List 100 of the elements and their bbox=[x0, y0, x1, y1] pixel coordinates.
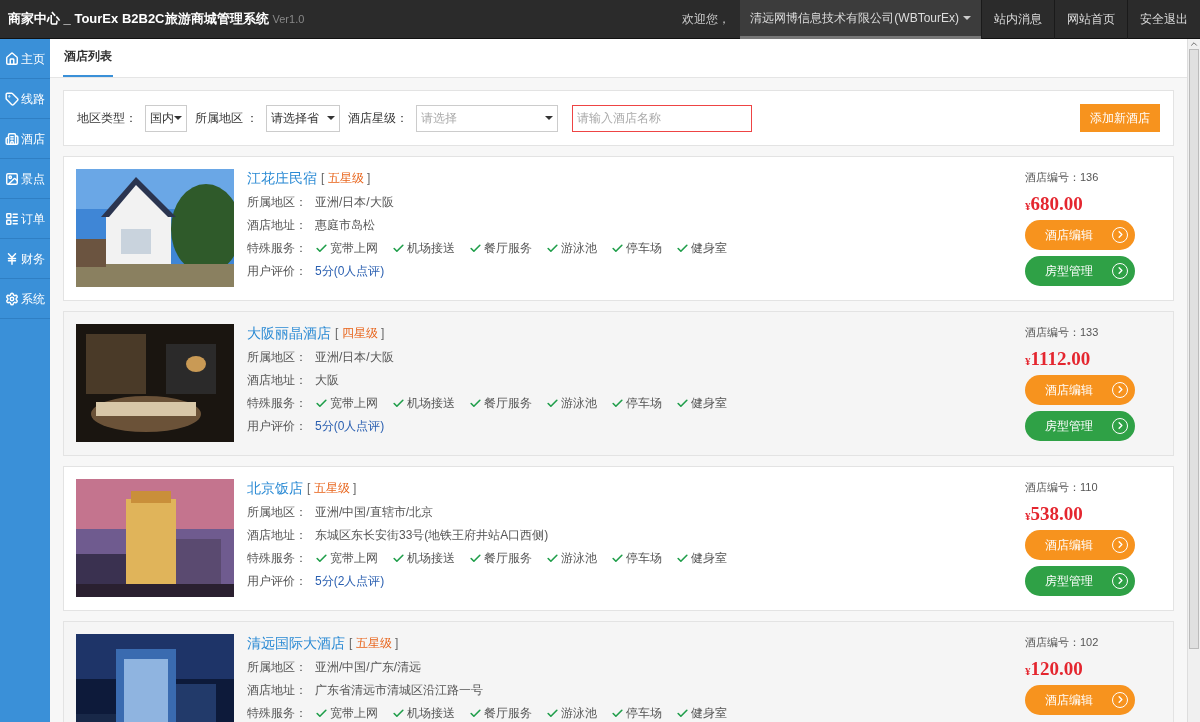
rating-link[interactable]: 5分(0人点评) bbox=[315, 417, 385, 435]
check-icon bbox=[469, 241, 482, 255]
check-icon bbox=[546, 706, 559, 720]
scroll-thumb[interactable] bbox=[1189, 49, 1199, 649]
room-types-button[interactable]: 房型管理 bbox=[1025, 565, 1135, 596]
check-icon bbox=[469, 706, 482, 720]
service-text: 健身室 bbox=[691, 240, 727, 257]
service-text: 停车场 bbox=[626, 395, 662, 412]
tab[interactable]: 酒店列表 bbox=[63, 47, 113, 77]
hotel-name[interactable]: 大阪丽晶酒店 bbox=[247, 322, 331, 344]
filter-label: 所属地区 ： bbox=[195, 110, 259, 127]
service-text: 游泳池 bbox=[561, 550, 597, 567]
version-label: Ver1.0 bbox=[272, 11, 305, 27]
field-label: 所属地区： bbox=[247, 659, 307, 676]
edit-hotel-button[interactable]: 酒店编辑 bbox=[1025, 684, 1135, 715]
service-text: 健身室 bbox=[691, 395, 727, 412]
edit-hotel-button[interactable]: 酒店编辑 bbox=[1025, 219, 1135, 250]
building-icon bbox=[5, 131, 19, 146]
check-icon bbox=[469, 396, 482, 410]
check-icon bbox=[676, 706, 689, 720]
price: ¥120.00 bbox=[1025, 656, 1084, 681]
field-label: 所属地区： bbox=[247, 349, 307, 366]
service-text: 停车场 bbox=[626, 705, 662, 722]
tag-icon bbox=[5, 91, 19, 106]
service-text: 宽带上网 bbox=[330, 705, 378, 722]
region-text: 亚洲/中国/广东/清远 bbox=[315, 659, 421, 676]
caret-icon bbox=[963, 15, 971, 20]
field-label: 用户评价： bbox=[247, 263, 307, 280]
search-field[interactable]: 请输入酒店名称 bbox=[572, 104, 753, 132]
service-text: 餐厅服务 bbox=[484, 240, 532, 257]
yen-icon bbox=[5, 251, 19, 266]
room-types-button[interactable]: 房型管理 bbox=[1025, 255, 1135, 286]
welcome-text: 欢迎您， bbox=[681, 11, 732, 28]
account-dropdown[interactable]: 清远网博信息技术有限公司(WBTourEx) bbox=[740, 0, 981, 39]
field-label: 所属地区： bbox=[247, 504, 307, 521]
field-label: 酒店地址： bbox=[247, 372, 307, 389]
add-hotel-button[interactable]: 添加新酒店 bbox=[1080, 104, 1160, 132]
service-text: 餐厅服务 bbox=[484, 395, 532, 412]
rating-link[interactable]: 5分(0人点评) bbox=[315, 262, 385, 280]
check-icon bbox=[315, 241, 328, 255]
hotel-id: 酒店编号：110 bbox=[1025, 480, 1099, 495]
select-field[interactable]: 请选择 bbox=[416, 104, 559, 132]
region-text: 亚洲/中国/直辖市/北京 bbox=[315, 504, 433, 521]
check-icon bbox=[546, 396, 559, 410]
region-text: 亚洲/日本/大阪 bbox=[315, 194, 394, 211]
service-text: 游泳池 bbox=[561, 395, 597, 412]
service-text: 游泳池 bbox=[561, 240, 597, 257]
service-text: 机场接送 bbox=[407, 705, 455, 722]
service-text: 机场接送 bbox=[407, 395, 455, 412]
field-label: 所属地区： bbox=[247, 194, 307, 211]
select-field[interactable]: 国内 bbox=[145, 104, 187, 132]
service-text: 宽带上网 bbox=[330, 240, 378, 257]
price: ¥1112.00 bbox=[1025, 346, 1092, 371]
check-icon bbox=[611, 706, 624, 720]
check-icon bbox=[611, 396, 624, 410]
field-label: 用户评价： bbox=[247, 573, 307, 590]
room-types-button[interactable]: 房型管理 bbox=[1025, 410, 1135, 441]
field-label: 酒店地址： bbox=[247, 527, 307, 544]
hotel-id: 酒店编号：102 bbox=[1025, 635, 1100, 650]
region-text: 亚洲/日本/大阪 bbox=[315, 349, 394, 366]
hotel-name[interactable]: 北京饭店 bbox=[247, 477, 303, 499]
field-label: 特殊服务： bbox=[247, 705, 307, 722]
scroll-up-icon bbox=[1189, 39, 1199, 49]
address-text: 大阪 bbox=[315, 372, 339, 389]
check-icon bbox=[676, 396, 689, 410]
edit-hotel-button[interactable]: 酒店编辑 bbox=[1025, 374, 1135, 405]
rating-link[interactable]: 5分(2人点评) bbox=[315, 572, 385, 590]
nav-link[interactable]: 网站首页 bbox=[1054, 0, 1127, 39]
hotel-id: 酒店编号：136 bbox=[1025, 170, 1100, 185]
check-icon bbox=[392, 551, 405, 565]
check-icon bbox=[676, 241, 689, 255]
hotel-grade: [ 五星级 ] bbox=[349, 635, 399, 652]
check-icon bbox=[315, 551, 328, 565]
check-icon bbox=[611, 241, 624, 255]
hotel-name[interactable]: 江花庄民宿 bbox=[247, 167, 317, 189]
app-title: 商家中心 _ TourEx B2B2C旅游商城管理系统 bbox=[7, 10, 269, 29]
image-icon bbox=[5, 171, 19, 186]
caret-icon bbox=[545, 116, 554, 120]
hotel-grade: [ 五星级 ] bbox=[307, 480, 357, 497]
list-icon bbox=[5, 211, 19, 226]
check-icon bbox=[611, 551, 624, 565]
service-text: 宽带上网 bbox=[330, 550, 378, 567]
field-label: 酒店地址： bbox=[247, 217, 307, 234]
price: ¥538.00 bbox=[1025, 501, 1084, 526]
service-text: 餐厅服务 bbox=[484, 550, 532, 567]
service-text: 游泳池 bbox=[561, 705, 597, 722]
check-icon bbox=[315, 706, 328, 720]
address-text: 惠庭市岛松 bbox=[315, 217, 375, 234]
check-icon bbox=[392, 396, 405, 410]
select-field[interactable]: 请选择省 bbox=[266, 104, 341, 132]
check-icon bbox=[392, 706, 405, 720]
address-text: 广东省清远市清城区沿江路一号 bbox=[315, 682, 483, 699]
hotel-name[interactable]: 清远国际大酒店 bbox=[247, 632, 345, 654]
field-label: 特殊服务： bbox=[247, 395, 307, 412]
field-label: 酒店地址： bbox=[247, 682, 307, 699]
check-icon bbox=[469, 551, 482, 565]
check-icon bbox=[315, 396, 328, 410]
nav-link[interactable]: 安全退出 bbox=[1127, 0, 1200, 39]
edit-hotel-button[interactable]: 酒店编辑 bbox=[1025, 529, 1135, 560]
nav-link[interactable]: 站内消息 bbox=[981, 0, 1054, 39]
